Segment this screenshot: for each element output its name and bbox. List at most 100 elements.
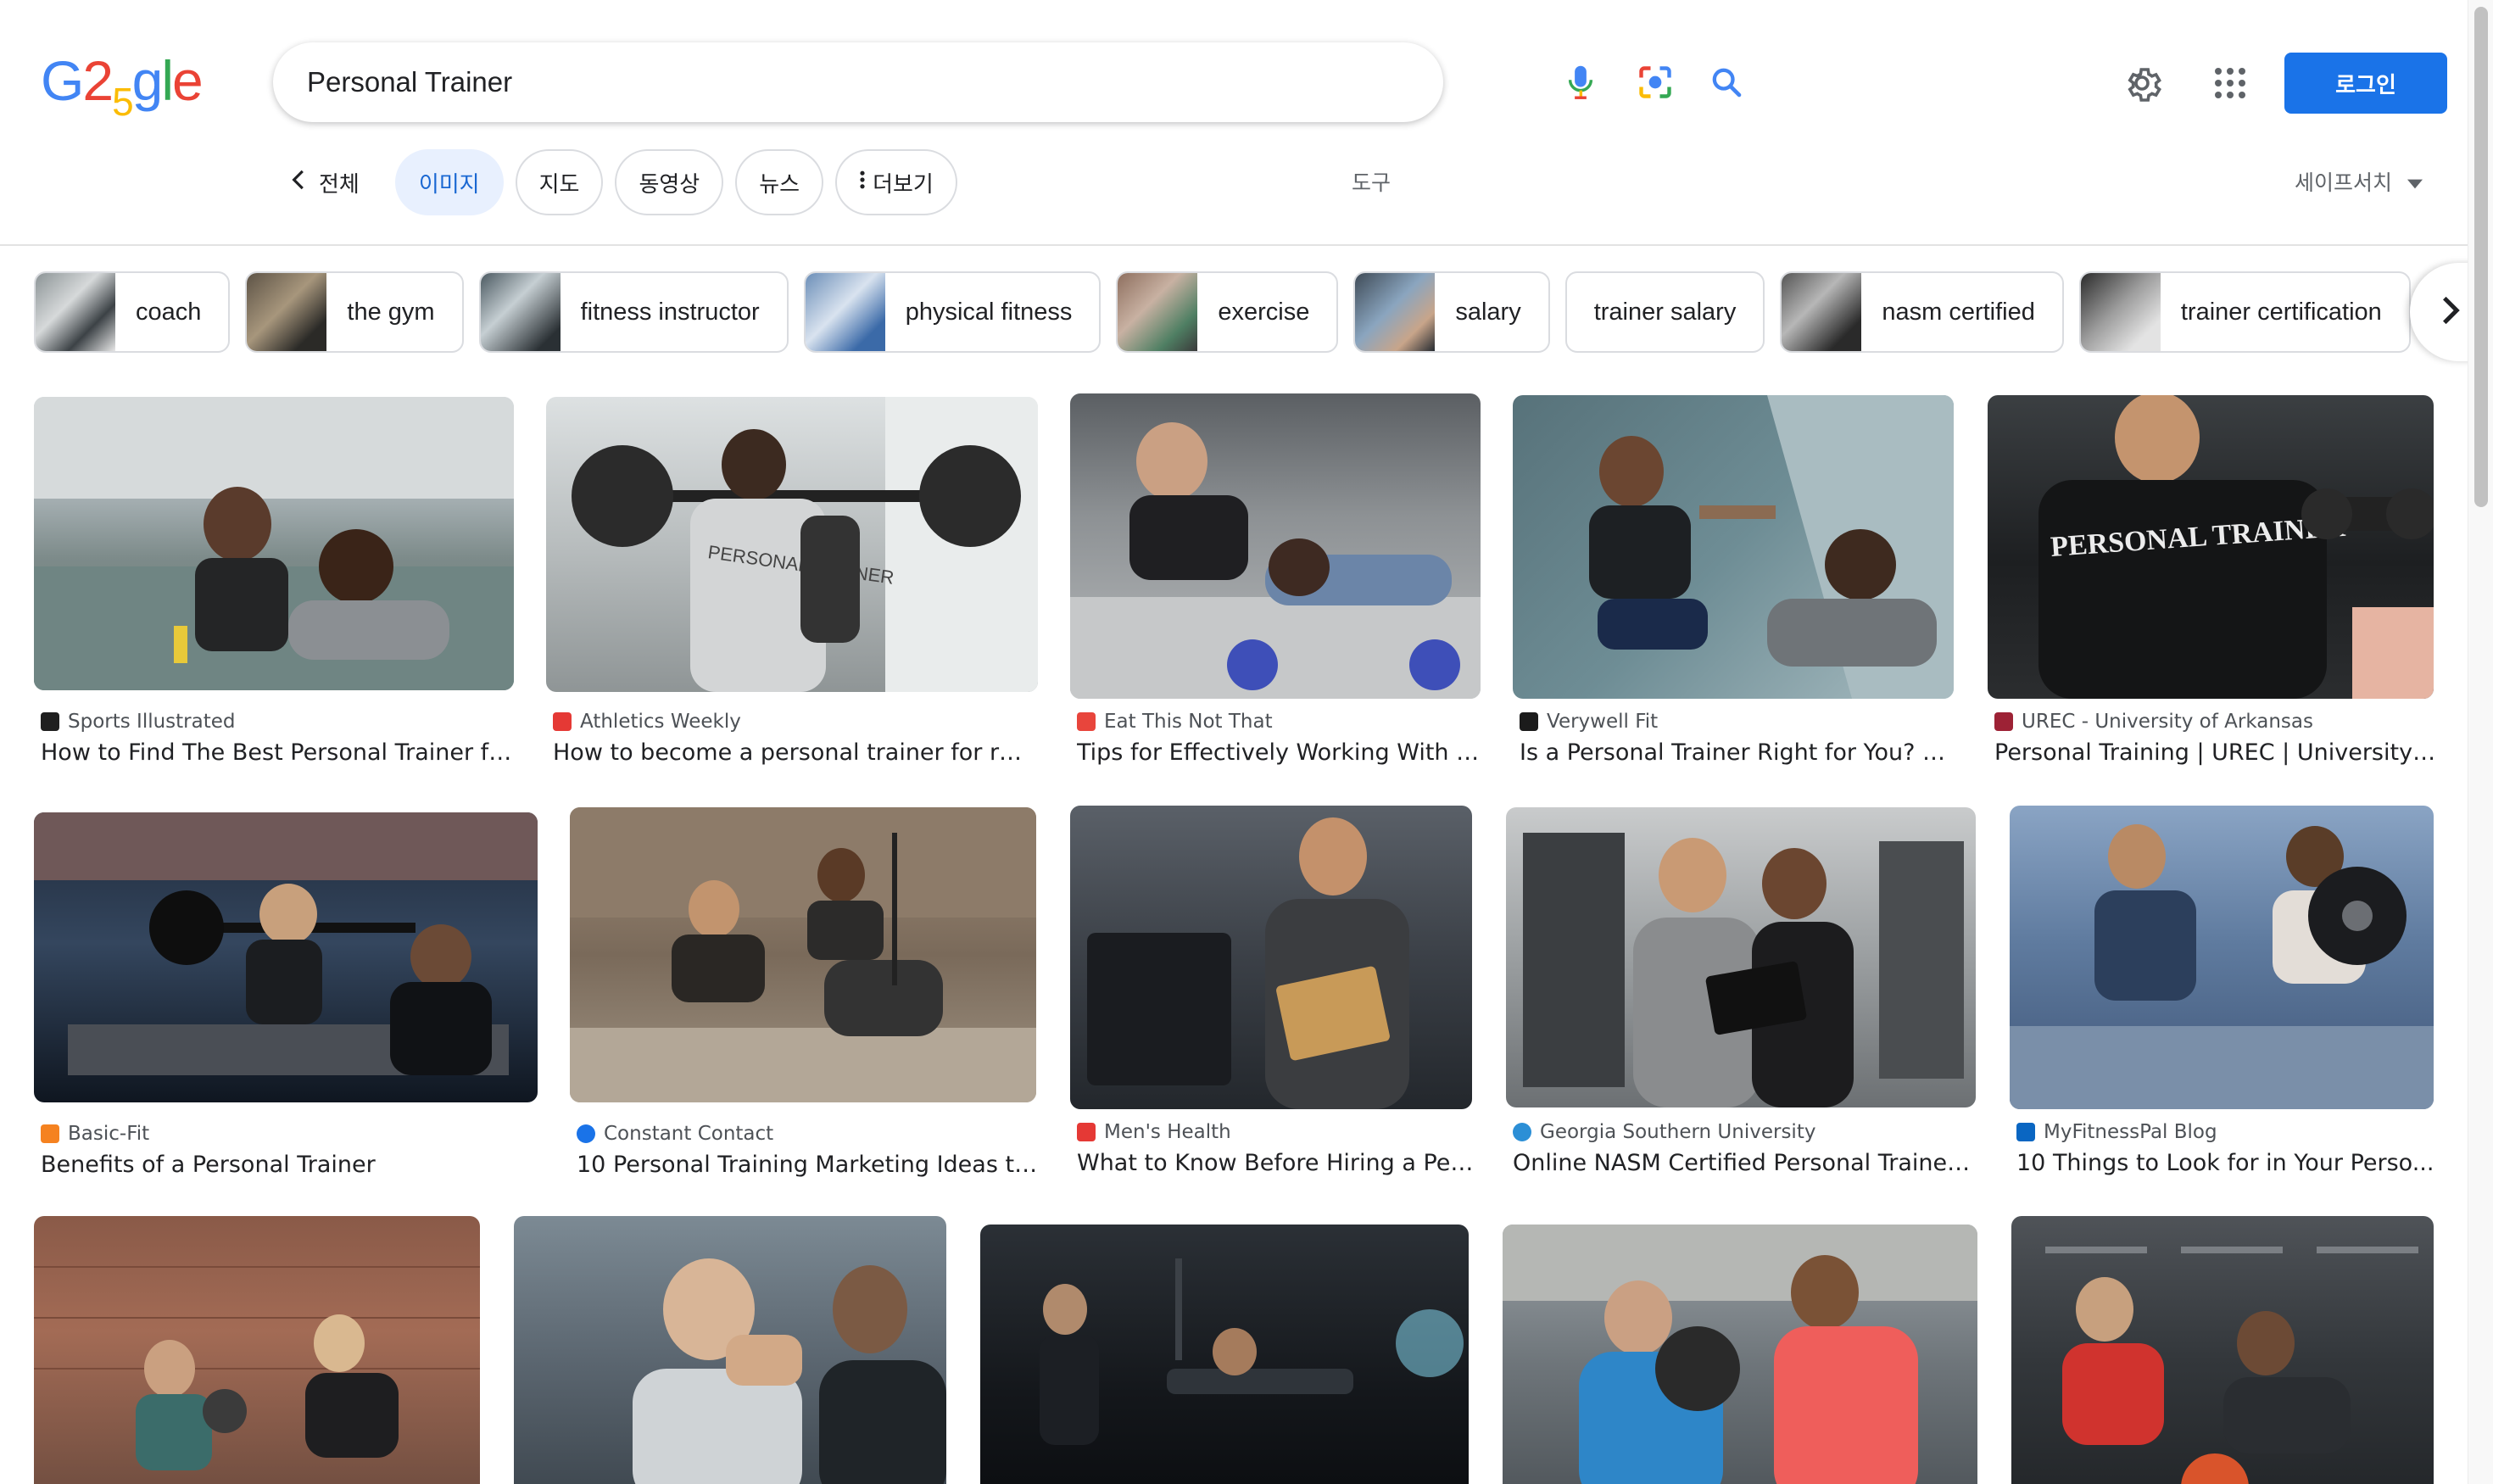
- favicon: [553, 712, 572, 731]
- image-result[interactable]: Eat This Not That Tips for Effectively W…: [1070, 393, 1484, 778]
- chip-thumbnail: [1782, 273, 1862, 351]
- result-source[interactable]: Constant Contact: [577, 1123, 773, 1145]
- result-image[interactable]: [1070, 806, 1472, 1109]
- result-image[interactable]: [34, 1216, 480, 1484]
- result-title[interactable]: Tips for Effectively Working With a ...: [1077, 739, 1484, 766]
- image-result[interactable]: Men's Health What to Know Before Hiring …: [1070, 806, 1475, 1189]
- tab-maps[interactable]: 지도: [515, 149, 604, 215]
- result-title[interactable]: Is a Personal Trainer Right for You? 1..…: [1520, 739, 1957, 766]
- result-title[interactable]: How to become a personal trainer for run…: [553, 739, 1036, 766]
- chip-thumbnail: [480, 273, 561, 351]
- tools-button[interactable]: 도구: [1352, 166, 1391, 197]
- image-result[interactable]: [34, 1216, 480, 1484]
- scrollbar-thumb[interactable]: [2474, 7, 2488, 507]
- result-title[interactable]: What to Know Before Hiring a Per...: [1077, 1150, 1475, 1176]
- result-image[interactable]: [514, 1216, 946, 1484]
- result-image[interactable]: [34, 812, 538, 1102]
- result-source[interactable]: Georgia Southern University: [1513, 1121, 1815, 1143]
- google-logo[interactable]: G25gle: [41, 51, 204, 124]
- safesearch-dropdown[interactable]: 세이프서치: [2295, 166, 2423, 197]
- related-chips: coach the gym fitness instructor physica…: [34, 271, 2411, 353]
- tab-videos[interactable]: 동영상: [615, 149, 724, 215]
- image-result[interactable]: MyFitnessPal Blog 10 Things to Look for …: [2010, 806, 2434, 1189]
- result-source[interactable]: UREC - University of Arkansas: [1994, 711, 2313, 733]
- image-result[interactable]: Constant Contact 10 Personal Training Ma…: [570, 807, 1040, 1189]
- tab-all[interactable]: 전체: [280, 149, 383, 215]
- image-result[interactable]: Verywell Fit Is a Personal Trainer Right…: [1513, 395, 1957, 778]
- source-name: Constant Contact: [604, 1123, 774, 1145]
- result-image[interactable]: [980, 1225, 1469, 1484]
- image-result[interactable]: Basic-Fit Benefits of a Personal Trainer: [34, 812, 538, 1189]
- chip-thumbnail: [36, 273, 115, 351]
- chip-thumbnail: [2080, 273, 2161, 351]
- result-image[interactable]: PERSONAL TRAINER: [1988, 395, 2434, 699]
- result-source[interactable]: MyFitnessPal Blog: [2016, 1121, 2217, 1143]
- chip-thumbnail: [247, 273, 327, 351]
- search-input[interactable]: Personal Trainer: [307, 42, 512, 122]
- result-image[interactable]: [1513, 395, 1954, 699]
- tab-images[interactable]: 이미지: [394, 149, 504, 215]
- chip-nasm-certified[interactable]: nasm certified: [1780, 271, 2064, 353]
- result-image[interactable]: [2011, 1216, 2434, 1484]
- image-result[interactable]: Georgia Southern University Online NASM …: [1506, 807, 1979, 1189]
- chip-trainer-certification[interactable]: trainer certification: [2078, 271, 2411, 353]
- result-image[interactable]: [1506, 807, 1976, 1107]
- result-image[interactable]: [1503, 1225, 1977, 1484]
- chip-fitness-instructor[interactable]: fitness instructor: [478, 271, 789, 353]
- image-result[interactable]: [1503, 1225, 1977, 1484]
- result-title[interactable]: Online NASM Certified Personal Trainer .…: [1513, 1150, 1979, 1176]
- apps-grid-icon[interactable]: [2210, 63, 2250, 103]
- result-title[interactable]: 10 Things to Look for in Your Perso...: [2016, 1150, 2437, 1176]
- chip-physical-fitness[interactable]: physical fitness: [803, 271, 1101, 353]
- chip-exercise[interactable]: exercise: [1116, 271, 1339, 353]
- source-name: Men's Health: [1104, 1121, 1231, 1143]
- result-title[interactable]: 10 Personal Training Marketing Ideas to.…: [577, 1152, 1040, 1178]
- chip-trainer-salary[interactable]: trainer salary: [1564, 271, 1765, 353]
- logo-letter: 5: [112, 80, 134, 124]
- result-image[interactable]: [34, 397, 514, 690]
- favicon: [1077, 1123, 1096, 1141]
- image-result[interactable]: [980, 1225, 1469, 1484]
- tab-more[interactable]: 더보기: [835, 149, 957, 215]
- microphone-icon[interactable]: [1560, 62, 1601, 103]
- tab-label: 지도: [538, 171, 580, 198]
- result-image[interactable]: [1070, 393, 1481, 699]
- microphone-icon[interactable]: [1486, 62, 1526, 103]
- login-button[interactable]: 로그인: [2284, 53, 2447, 114]
- image-result[interactable]: Sports Illustrated How to Find The Best …: [34, 397, 516, 778]
- result-image[interactable]: PERSONAL TRAINER: [546, 397, 1038, 692]
- chip-the-gym[interactable]: the gym: [245, 271, 464, 353]
- result-image[interactable]: [2010, 806, 2434, 1109]
- header-divider: [0, 244, 2468, 246]
- result-image[interactable]: [570, 807, 1036, 1102]
- result-title[interactable]: How to Find The Best Personal Trainer fo…: [41, 739, 516, 766]
- chip-label: nasm certified: [1882, 298, 2035, 326]
- search-box[interactable]: Personal Trainer: [273, 42, 1742, 122]
- result-source[interactable]: Eat This Not That: [1077, 711, 1273, 733]
- result-title[interactable]: Benefits of a Personal Trainer: [41, 1152, 541, 1178]
- result-source[interactable]: Basic-Fit: [41, 1123, 149, 1145]
- chip-salary[interactable]: salary: [1353, 271, 1550, 353]
- result-source[interactable]: Verywell Fit: [1520, 711, 1658, 733]
- chip-label: fitness instructor: [580, 298, 760, 326]
- chip-label: trainer certification: [2180, 298, 2382, 326]
- tab-news[interactable]: 뉴스: [735, 149, 824, 215]
- result-title[interactable]: Personal Training | UREC | University o.…: [1994, 739, 2437, 766]
- result-source[interactable]: Sports Illustrated: [41, 711, 236, 733]
- favicon: [1520, 712, 1538, 731]
- image-result[interactable]: [2011, 1216, 2434, 1484]
- page-scrollbar[interactable]: [2468, 0, 2493, 1484]
- gear-icon[interactable]: [2122, 63, 2162, 103]
- search-icon[interactable]: [1706, 62, 1747, 103]
- tab-label: 더보기: [873, 171, 934, 198]
- image-result[interactable]: PERSONAL TRAINER Athletics Weekly How to…: [546, 397, 1038, 778]
- chip-label: physical fitness: [905, 298, 1073, 326]
- more-vert-icon: [859, 169, 866, 197]
- favicon: [1513, 1123, 1531, 1141]
- result-source[interactable]: Athletics Weekly: [553, 711, 741, 733]
- image-result[interactable]: [514, 1216, 946, 1484]
- chip-coach[interactable]: coach: [34, 271, 231, 353]
- result-source[interactable]: Men's Health: [1077, 1121, 1231, 1143]
- camera-lens-icon[interactable]: [1635, 62, 1676, 103]
- image-result[interactable]: PERSONAL TRAINER UREC - University of Ar…: [1988, 395, 2437, 778]
